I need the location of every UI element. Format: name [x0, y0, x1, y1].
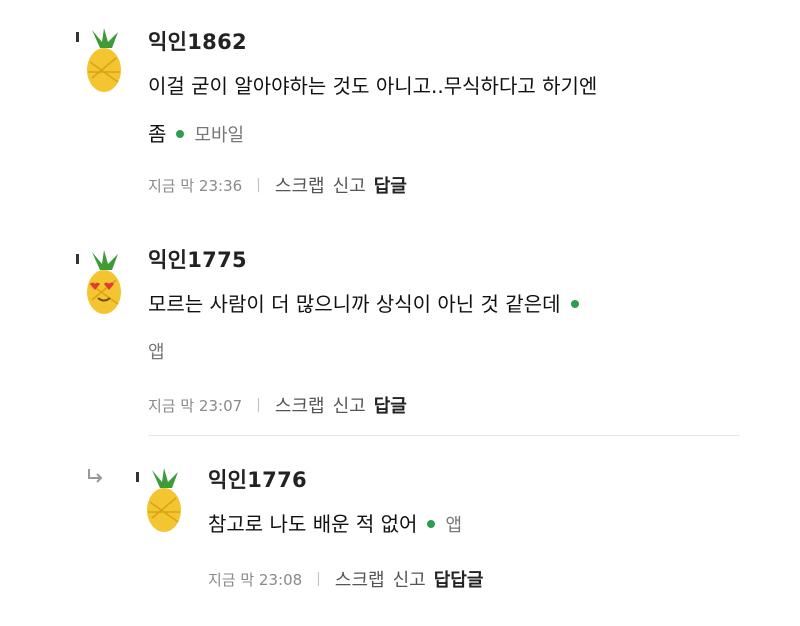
comment-text-continued: 좀 모바일	[148, 124, 244, 145]
device-label: 모바일	[194, 125, 245, 146]
reply-button[interactable]: 답글	[374, 392, 407, 418]
device-label: 앱	[445, 515, 462, 536]
pineapple-avatar-icon[interactable]	[74, 26, 130, 96]
comment-nickname[interactable]: 익인1862	[148, 26, 247, 56]
scrap-button[interactable]: 스크랩	[275, 392, 325, 418]
comment-text: 모르는 사람이 더 많으니까 상식이 아닌 것 같은데	[148, 294, 589, 314]
comment-meta: 지금 막 23:08 | 스크랩 신고 답답글	[208, 566, 483, 592]
pineapple-avatar-icon[interactable]	[134, 466, 190, 536]
device-label: 앱	[148, 342, 165, 363]
reply-button[interactable]: 답글	[374, 172, 407, 198]
comment-divider	[148, 435, 740, 436]
comment-nickname[interactable]: 익인1775	[148, 244, 247, 274]
comment-nickname[interactable]: 익인1776	[208, 464, 307, 494]
report-button[interactable]: 신고	[333, 172, 366, 198]
comment-text: 참고로 나도 배운 적 없어 앱	[208, 514, 462, 535]
report-button[interactable]: 신고	[393, 566, 426, 592]
scrap-button[interactable]: 스크랩	[275, 172, 325, 198]
meta-separator: |	[256, 397, 261, 413]
online-dot-icon	[570, 300, 579, 308]
report-button[interactable]: 신고	[333, 392, 366, 418]
comment-time: 지금 막 23:07	[148, 396, 243, 415]
reply-arrow-icon	[88, 469, 103, 483]
online-dot-icon	[176, 130, 185, 138]
online-dot-icon	[427, 520, 436, 528]
comment-time: 지금 막 23:08	[208, 570, 303, 589]
pineapple-heart-eyes-avatar-icon[interactable]	[74, 248, 130, 318]
comment-time: 지금 막 23:36	[148, 176, 243, 195]
comment-text: 이걸 굳이 알아야하는 것도 아니고..무식하다고 하기엔	[148, 74, 598, 98]
reply-button[interactable]: 답답글	[434, 566, 484, 592]
meta-separator: |	[316, 571, 321, 587]
scrap-button[interactable]: 스크랩	[335, 566, 385, 592]
comment-text-line1: 참고로 나도 배운 적 없어	[208, 512, 418, 536]
comment-meta: 지금 막 23:07 | 스크랩 신고 답글	[148, 392, 407, 418]
comment-text-line1: 모르는 사람이 더 많으니까 상식이 아닌 것 같은데	[148, 292, 561, 316]
comment-text-line2: 좀	[148, 122, 167, 146]
comment-meta: 지금 막 23:36 | 스크랩 신고 답글	[148, 172, 407, 198]
meta-separator: |	[256, 177, 261, 193]
